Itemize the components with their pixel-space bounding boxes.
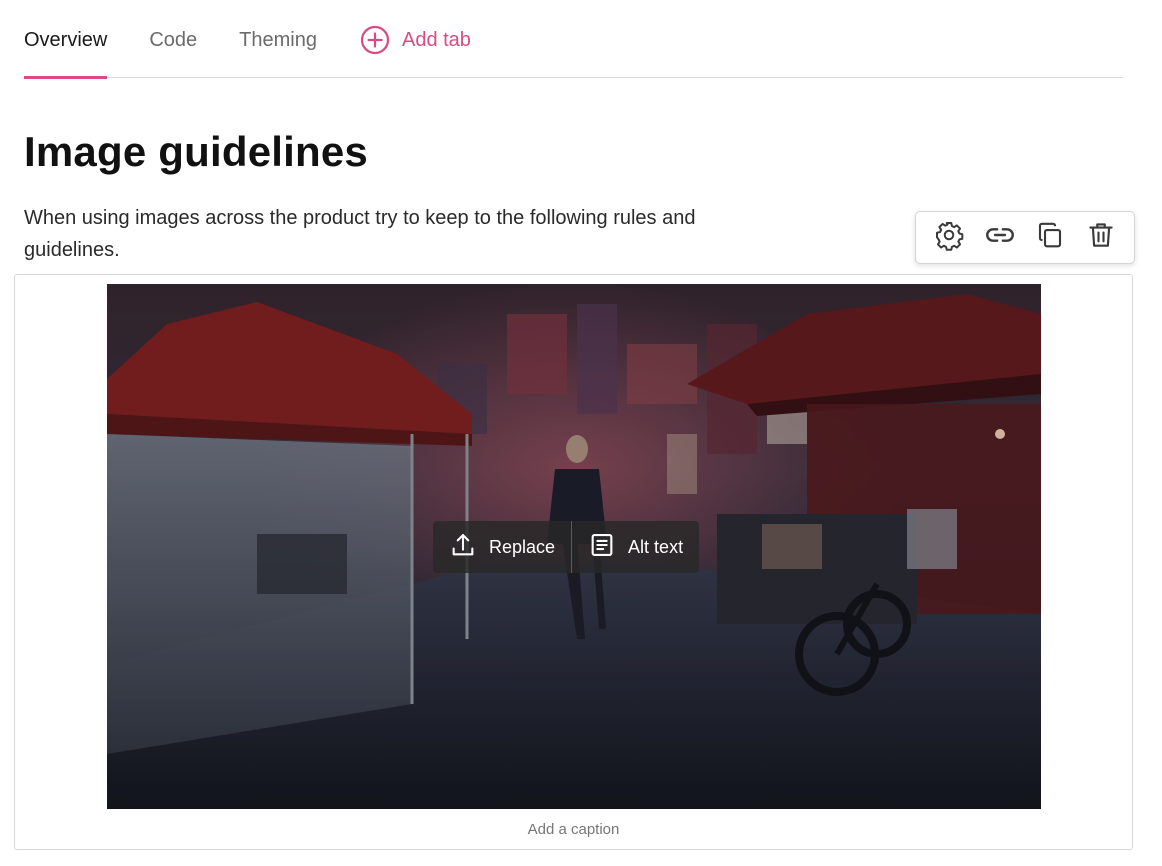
tab-theming-label: Theming — [239, 28, 317, 51]
street-market-image[interactable]: Replace Alt text — [107, 284, 1041, 809]
tab-overview-label: Overview — [24, 28, 108, 51]
tab-overview[interactable]: Overview — [24, 0, 108, 79]
page-title: Image guidelines — [24, 128, 368, 175]
upload-icon — [449, 531, 477, 564]
trash-icon — [1086, 220, 1116, 255]
image-block[interactable]: Replace Alt text Add a caption — [14, 274, 1133, 850]
image-action-overlay: Replace Alt text — [433, 521, 700, 573]
replace-label: Replace — [489, 536, 556, 557]
block-toolbar — [915, 211, 1135, 264]
delete-button[interactable] — [1081, 218, 1121, 258]
replace-image-button[interactable]: Replace — [433, 521, 571, 573]
duplicate-button[interactable] — [1030, 218, 1070, 258]
tab-code-label: Code — [149, 28, 198, 51]
add-circle-icon — [360, 25, 390, 55]
add-tab-button[interactable]: Add tab — [360, 0, 471, 78]
tab-theming[interactable]: Theming — [239, 0, 317, 78]
gear-icon — [933, 219, 965, 256]
alt-text-button[interactable]: Alt text — [572, 521, 699, 573]
caption-field[interactable]: Add a caption — [15, 821, 1132, 838]
alt-text-label: Alt text — [628, 536, 684, 557]
link-button[interactable] — [980, 218, 1020, 258]
document-text-icon — [588, 531, 616, 564]
intro-text: When using images across the product try… — [24, 207, 696, 261]
duplicate-icon — [1035, 220, 1065, 255]
tab-code[interactable]: Code — [149, 0, 197, 78]
link-icon — [983, 218, 1017, 257]
add-tab-label: Add tab — [401, 28, 471, 51]
settings-button[interactable] — [929, 218, 969, 258]
tab-bar: Overview Code Theming Add tab — [24, 0, 1123, 79]
